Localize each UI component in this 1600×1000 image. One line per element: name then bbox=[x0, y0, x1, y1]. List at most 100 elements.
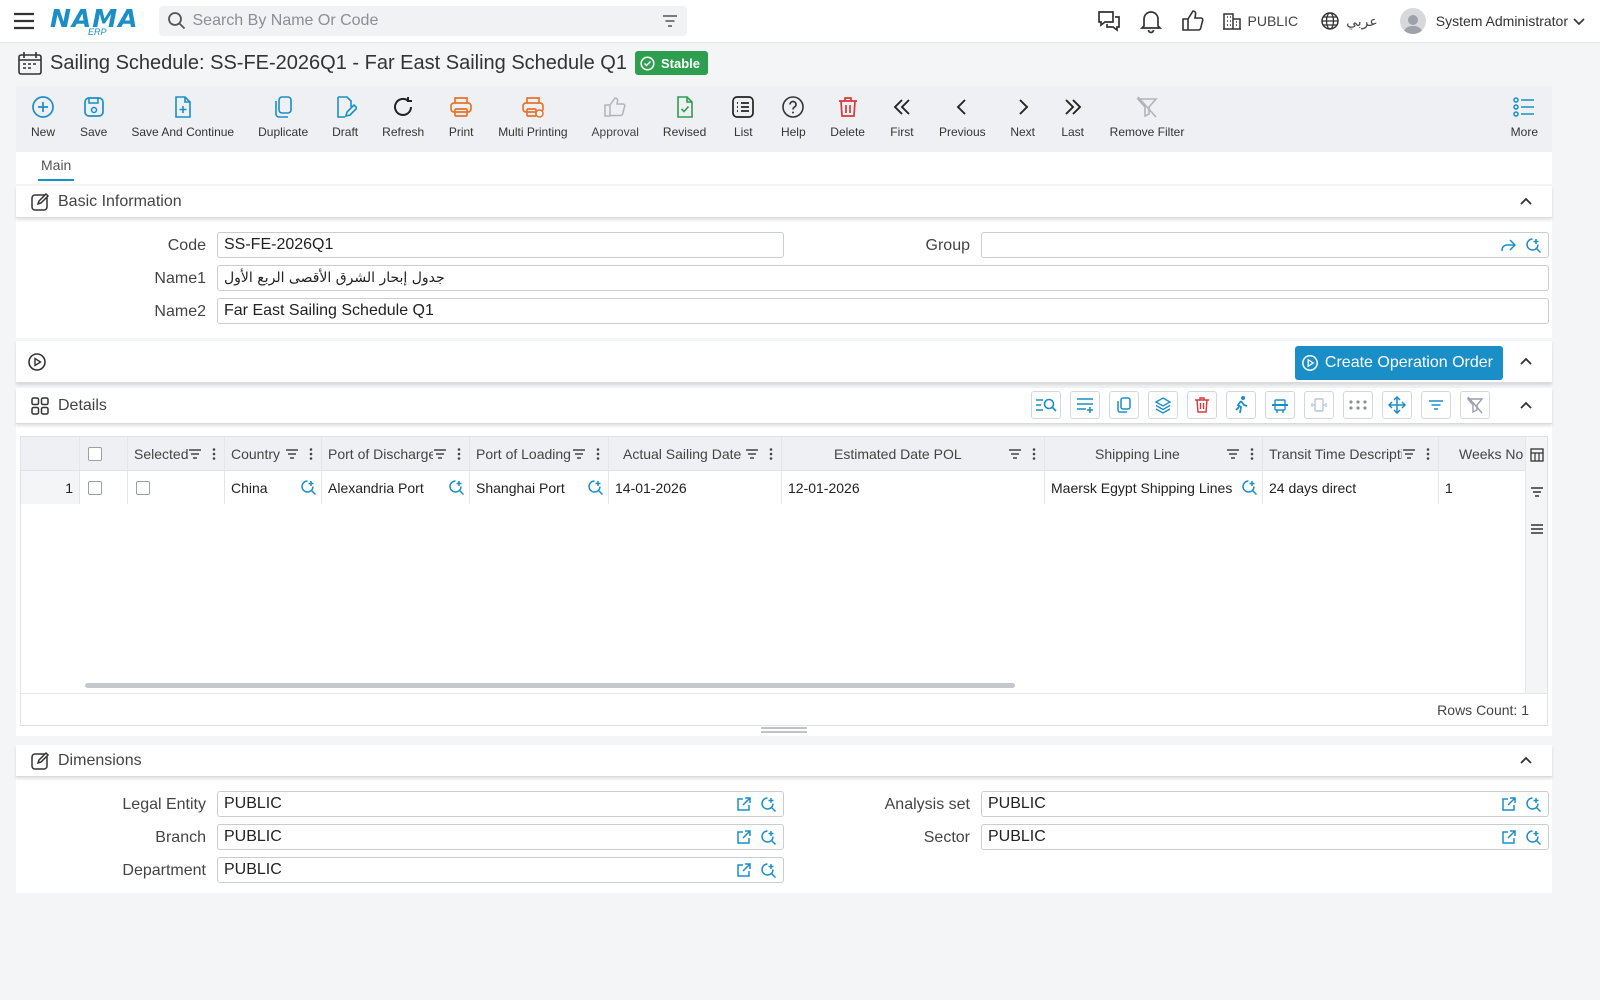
save-button[interactable]: Save bbox=[68, 94, 119, 139]
multi-printing-button[interactable]: Multi Printing bbox=[486, 94, 579, 139]
column-filter-icon[interactable] bbox=[433, 447, 447, 461]
menu-icon[interactable] bbox=[12, 9, 36, 33]
cell-weeks-no[interactable]: 1 bbox=[1439, 471, 1527, 504]
resize-handle-icon[interactable] bbox=[760, 726, 808, 734]
row-select-checkbox[interactable] bbox=[88, 480, 102, 495]
search-lookup-icon[interactable] bbox=[760, 796, 777, 813]
select-all-checkbox[interactable] bbox=[88, 447, 102, 461]
tab-main[interactable]: Main bbox=[38, 157, 75, 181]
draft-button[interactable]: Draft bbox=[320, 94, 370, 139]
column-filter-icon[interactable] bbox=[188, 447, 202, 461]
legal-entity-field[interactable]: PUBLIC bbox=[217, 791, 784, 817]
app-logo[interactable]: NAMA ERP bbox=[50, 6, 139, 37]
remove-filter-button[interactable]: Remove Filter bbox=[1098, 94, 1197, 139]
horizontal-scrollbar[interactable] bbox=[85, 683, 1015, 688]
play-circle-icon[interactable] bbox=[27, 352, 47, 372]
column-menu-icon[interactable] bbox=[453, 447, 465, 461]
search-lookup-icon[interactable] bbox=[300, 479, 317, 496]
column-filter-icon[interactable] bbox=[1226, 447, 1240, 461]
chat-icon[interactable] bbox=[1096, 8, 1122, 34]
columns-panel-icon[interactable] bbox=[1530, 448, 1544, 462]
column-header-port-of-loading[interactable]: Port of Loading bbox=[470, 437, 609, 471]
first-record-button[interactable]: First bbox=[877, 94, 927, 139]
collapse-chevron-icon[interactable] bbox=[1518, 194, 1534, 210]
previous-record-button[interactable]: Previous bbox=[927, 94, 998, 139]
cell-transit-time-description[interactable]: 24 days direct bbox=[1263, 471, 1439, 504]
column-header-actual-sailing-date[interactable]: Actual Sailing Date bbox=[609, 437, 782, 471]
cell-port-of-discharge[interactable]: Alexandria Port bbox=[322, 471, 470, 504]
search-lookup-icon[interactable] bbox=[1525, 829, 1542, 846]
share-arrow-icon[interactable] bbox=[1500, 237, 1517, 254]
search-lookup-icon[interactable] bbox=[448, 479, 465, 496]
thumbs-up-icon[interactable] bbox=[1180, 8, 1206, 34]
save-and-continue-button[interactable]: Save And Continue bbox=[119, 94, 246, 139]
globe-icon[interactable] bbox=[1320, 11, 1340, 31]
table-row[interactable]: 1 China Alexandria Port Shanghai Port 14… bbox=[21, 471, 1527, 504]
collapse-chevron-icon[interactable] bbox=[1518, 398, 1534, 414]
department-field[interactable]: PUBLIC bbox=[217, 857, 784, 883]
create-operation-order-button[interactable]: Create Operation Order bbox=[1294, 346, 1503, 380]
external-link-icon[interactable] bbox=[1501, 829, 1517, 845]
column-menu-icon[interactable] bbox=[305, 447, 317, 461]
collapse-chevron-icon[interactable] bbox=[1518, 753, 1534, 769]
column-filter-icon[interactable] bbox=[1008, 447, 1022, 461]
approval-button[interactable]: Approval bbox=[580, 94, 651, 139]
grid-layers-button[interactable] bbox=[1148, 391, 1178, 419]
filter-icon[interactable] bbox=[661, 12, 679, 30]
column-menu-icon[interactable] bbox=[1028, 447, 1040, 461]
grid-search-button[interactable] bbox=[1031, 391, 1061, 419]
column-filter-icon[interactable] bbox=[745, 447, 759, 461]
external-link-icon[interactable] bbox=[736, 862, 752, 878]
details-header[interactable]: Details bbox=[16, 388, 1552, 424]
grid-add-row-button[interactable] bbox=[1070, 391, 1100, 419]
sector-field[interactable]: PUBLIC bbox=[981, 824, 1549, 850]
analysis-set-field[interactable]: PUBLIC bbox=[981, 791, 1549, 817]
new-button[interactable]: New bbox=[16, 94, 68, 139]
external-link-icon[interactable] bbox=[1501, 796, 1517, 812]
branch-field[interactable]: PUBLIC bbox=[217, 824, 784, 850]
search-lookup-icon[interactable] bbox=[1525, 796, 1542, 813]
last-record-button[interactable]: Last bbox=[1048, 94, 1098, 139]
dimensions-header[interactable]: Dimensions bbox=[16, 745, 1552, 777]
grid-delete-button[interactable] bbox=[1187, 391, 1217, 419]
grid-move-button[interactable] bbox=[1382, 391, 1412, 419]
column-menu-icon[interactable] bbox=[592, 447, 604, 461]
column-header-port-of-discharge[interactable]: Port of Discharge bbox=[322, 437, 470, 471]
name1-field[interactable]: جدول إبحار الشرق الأقصى الربع الأول bbox=[217, 265, 1549, 291]
revised-button[interactable]: Revised bbox=[651, 94, 718, 139]
grid-filter-button[interactable] bbox=[1421, 391, 1451, 419]
cell-estimated-date-pol[interactable]: 12-01-2026 bbox=[782, 471, 1045, 504]
print-button[interactable]: Print bbox=[436, 94, 486, 139]
help-button[interactable]: Help bbox=[768, 94, 818, 139]
language-switch[interactable]: عربي bbox=[1346, 13, 1378, 30]
column-menu-icon[interactable] bbox=[765, 447, 777, 461]
search-lookup-icon[interactable] bbox=[587, 479, 604, 496]
grid-table-button[interactable] bbox=[1265, 391, 1295, 419]
refresh-button[interactable]: Refresh bbox=[370, 94, 436, 139]
basic-information-header[interactable]: Basic Information bbox=[16, 186, 1552, 218]
external-link-icon[interactable] bbox=[736, 829, 752, 845]
grid-dots-button[interactable] bbox=[1343, 391, 1373, 419]
column-header-weeks-no[interactable]: Weeks No bbox=[1439, 437, 1527, 471]
external-link-icon[interactable] bbox=[736, 796, 752, 812]
cell-country[interactable]: China bbox=[225, 471, 322, 504]
group-field[interactable] bbox=[981, 232, 1549, 258]
company-selector[interactable]: PUBLIC bbox=[1248, 13, 1299, 29]
next-record-button[interactable]: Next bbox=[998, 94, 1048, 139]
grid-clear-filter-button[interactable] bbox=[1460, 391, 1490, 419]
code-field[interactable]: SS-FE-2026Q1 bbox=[217, 232, 784, 258]
column-header-selected[interactable]: Selected bbox=[128, 437, 225, 471]
column-header-country[interactable]: Country bbox=[225, 437, 322, 471]
column-menu-icon[interactable] bbox=[208, 447, 220, 461]
avatar[interactable] bbox=[1399, 8, 1426, 34]
more-button[interactable]: More bbox=[1499, 94, 1552, 139]
cell-actual-sailing-date[interactable]: 14-01-2026 bbox=[609, 471, 782, 504]
search-lookup-icon[interactable] bbox=[760, 862, 777, 879]
cell-port-of-loading[interactable]: Shanghai Port bbox=[470, 471, 609, 504]
notification-bell-icon[interactable] bbox=[1138, 8, 1164, 34]
column-filter-icon[interactable] bbox=[572, 447, 586, 461]
selected-checkbox[interactable] bbox=[136, 480, 150, 495]
search-lookup-icon[interactable] bbox=[1525, 237, 1542, 254]
column-header-estimated-date-pol[interactable]: Estimated Date POL bbox=[782, 437, 1045, 471]
search-lookup-icon[interactable] bbox=[760, 829, 777, 846]
